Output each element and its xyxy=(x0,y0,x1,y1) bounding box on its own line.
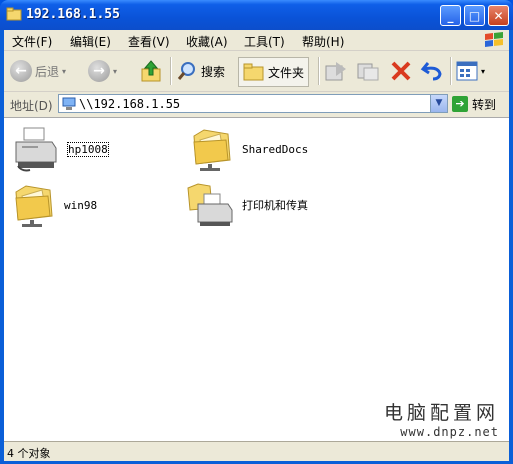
status-bar: 4 个对象 xyxy=(4,441,509,461)
search-label: 搜索 xyxy=(201,64,226,79)
explorer-window: 192.168.1.55 _ □ ✕ 文件(F) 编辑(E) 查看(V) 收藏(… xyxy=(0,0,513,464)
search-button[interactable]: 搜索 xyxy=(176,55,225,87)
back-label: 后退 xyxy=(35,64,60,79)
toolbar-separator xyxy=(318,57,320,85)
delete-icon[interactable] xyxy=(390,60,412,82)
back-arrow-icon: ← xyxy=(10,60,32,82)
toolbar: ← 后退 ▾ → ▾ 搜索 文件夹 ▾ xyxy=(4,51,509,92)
list-item[interactable]: SharedDocs xyxy=(190,126,308,172)
forward-button[interactable]: → ▾ xyxy=(88,55,117,87)
watermark-title: 电脑配置网 xyxy=(383,402,499,424)
toolbar-separator xyxy=(450,57,452,85)
folders-button[interactable]: 文件夹 xyxy=(238,57,310,87)
folders-label: 文件夹 xyxy=(268,65,305,80)
forward-dropdown-icon[interactable]: ▾ xyxy=(113,67,117,76)
go-arrow-icon: ➔ xyxy=(452,96,468,112)
undo-icon[interactable] xyxy=(420,60,444,82)
menu-edit[interactable]: 编辑(E) xyxy=(70,33,111,50)
menu-bar: 文件(F) 编辑(E) 查看(V) 收藏(A) 工具(T) 帮助(H) xyxy=(4,30,509,51)
list-item[interactable]: win98 xyxy=(12,182,97,228)
windows-logo-icon xyxy=(485,32,503,47)
back-button[interactable]: ← 后退 ▾ xyxy=(10,55,66,87)
address-dropdown-icon[interactable]: ▼ xyxy=(430,95,447,112)
menu-view[interactable]: 查看(V) xyxy=(128,33,170,50)
address-value: \\192.168.1.55 xyxy=(79,97,181,111)
printer-icon xyxy=(15,127,57,172)
status-text: 4 个对象 xyxy=(7,447,51,460)
views-icon xyxy=(456,61,478,81)
go-button[interactable]: ➔ 转到 xyxy=(452,95,496,113)
watermark-url: www.dnpz.net xyxy=(400,425,499,439)
up-folder-icon[interactable] xyxy=(140,59,162,83)
toolbar-separator xyxy=(170,57,172,85)
views-button[interactable]: ▾ xyxy=(456,55,485,87)
list-item[interactable]: 打印机和传真 xyxy=(186,182,308,228)
window-title: 192.168.1.55 xyxy=(26,7,120,22)
close-button[interactable]: ✕ xyxy=(488,5,509,26)
watermark: 电脑配置网 www.dnpz.net xyxy=(384,398,499,439)
item-label: SharedDocs xyxy=(242,142,309,156)
search-icon xyxy=(177,62,195,80)
title-bar[interactable]: 192.168.1.55 _ □ ✕ xyxy=(0,0,513,30)
list-item[interactable]: hp1008 xyxy=(12,126,109,172)
menu-file[interactable]: 文件(F) xyxy=(12,33,52,50)
move-to-icon[interactable] xyxy=(324,60,348,82)
window-client: 文件(F) 编辑(E) 查看(V) 收藏(A) 工具(T) 帮助(H) ← 后退… xyxy=(4,30,509,461)
go-label: 转到 xyxy=(472,97,497,112)
menu-help[interactable]: 帮助(H) xyxy=(302,33,344,50)
network-folder-icon xyxy=(6,7,22,21)
item-label: 打印机和传真 xyxy=(242,199,308,212)
back-dropdown-icon[interactable]: ▾ xyxy=(62,67,66,76)
minimize-button[interactable]: _ xyxy=(440,5,461,26)
menu-favorites[interactable]: 收藏(A) xyxy=(186,33,228,50)
forward-arrow-icon: → xyxy=(88,60,110,82)
item-label: hp1008 xyxy=(67,141,109,157)
menu-tools[interactable]: 工具(T) xyxy=(244,33,285,50)
address-input[interactable]: \\192.168.1.55 ▼ xyxy=(58,94,448,113)
views-dropdown-icon: ▾ xyxy=(481,66,486,76)
item-label: win98 xyxy=(64,198,98,212)
shared-folder-icon xyxy=(193,129,231,171)
printers-folder-icon xyxy=(187,183,233,226)
address-bar: 地址(D) \\192.168.1.55 ▼ ➔ 转到 xyxy=(4,92,509,116)
maximize-button[interactable]: □ xyxy=(464,5,485,26)
address-label: 地址(D) xyxy=(10,99,53,113)
folder-icon xyxy=(243,63,264,81)
file-view[interactable]: hp1008 SharedDocs win98 打印机和传真 电脑配置网 www… xyxy=(4,117,509,441)
network-computer-icon xyxy=(62,97,76,110)
copy-to-icon[interactable] xyxy=(356,60,380,82)
shared-folder-icon xyxy=(15,185,53,227)
